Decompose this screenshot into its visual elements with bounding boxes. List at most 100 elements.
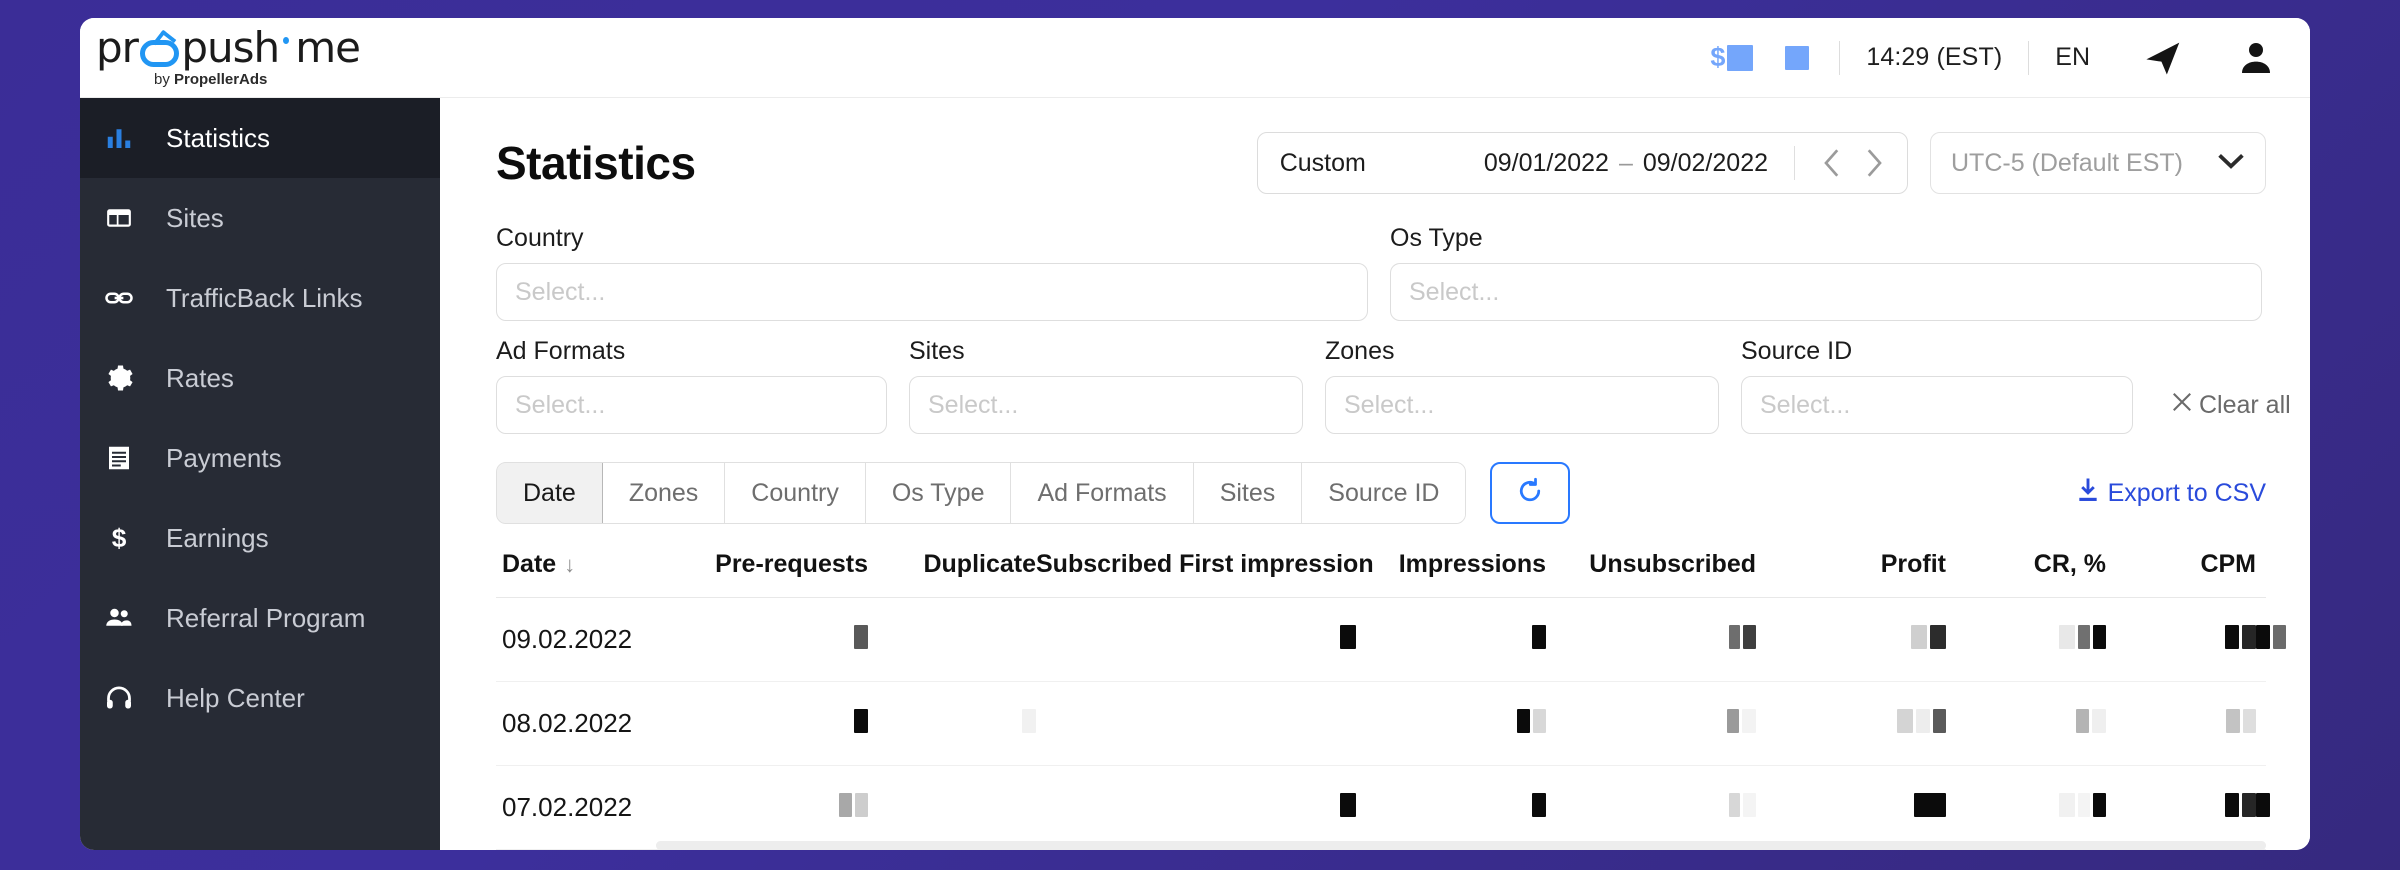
column-header-cpm[interactable]: CPM — [2106, 550, 2256, 598]
redacted-value-blocks — [2256, 793, 2270, 817]
column-header-profit[interactable]: Profit — [1756, 550, 1946, 598]
column-header-pre-requests[interactable]: Pre-requests — [686, 550, 868, 598]
column-header-duplicate[interactable]: Duplicate — [868, 550, 1036, 598]
redacted-block — [1897, 709, 1913, 733]
sidebar-item-payments[interactable]: Payments — [80, 418, 440, 498]
tab-country[interactable]: Country — [725, 463, 866, 523]
logo-text-push: push — [181, 23, 280, 72]
sidebar-item-help-center[interactable]: Help Center — [80, 658, 440, 738]
filter-sites: Sites Select... — [909, 337, 1303, 434]
column-header-subscribed-first-impression[interactable]: Subscribed First impression — [1036, 550, 1374, 598]
cell-redacted-value — [1756, 765, 1946, 850]
page-title: Statistics — [496, 137, 696, 189]
redacted-block — [1340, 625, 1356, 649]
redacted-block — [2225, 793, 2239, 817]
sidebar-item-sites[interactable]: Sites — [80, 178, 440, 258]
chevron-left-icon[interactable] — [1811, 142, 1853, 184]
sidebar-item-earnings[interactable]: $ Earnings — [80, 498, 440, 578]
redacted-block — [2273, 625, 2286, 649]
sidebar-item-rates[interactable]: Rates — [80, 338, 440, 418]
redacted-value-blocks — [1729, 625, 1756, 649]
gear-icon — [104, 363, 156, 393]
country-select-input[interactable]: Select... — [496, 263, 1368, 321]
cell-date: 08.02.2022 — [496, 681, 686, 766]
redacted-block — [2078, 625, 2090, 649]
dollar-icon: $ — [104, 523, 156, 553]
cell-redacted-value — [2256, 597, 2286, 682]
horizontal-scrollbar-thumb[interactable] — [656, 841, 2266, 850]
sidebar-item-label: TrafficBack Links — [166, 282, 363, 313]
table-row[interactable]: 08.02.2022 — [496, 681, 2266, 766]
redacted-block — [2256, 625, 2270, 649]
language-switcher[interactable]: EN — [2029, 18, 2116, 97]
os-type-select-input[interactable]: Select... — [1390, 263, 2262, 321]
date-range-end[interactable]: 09/02/2022 — [1643, 149, 1768, 178]
sites-select-input[interactable]: Select... — [909, 376, 1303, 434]
logo-tagline: by PropellerAds — [154, 71, 360, 88]
export-to-csv-button[interactable]: Export to CSV — [2076, 477, 2266, 510]
redacted-block — [2242, 625, 2256, 649]
server-time: 14:29 (EST) — [1840, 18, 2028, 97]
tab-source-id[interactable]: Source ID — [1302, 463, 1466, 523]
filter-label: Country — [496, 224, 584, 252]
sidebar-item-trafficback-links[interactable]: TrafficBack Links — [80, 258, 440, 338]
headset-icon — [104, 683, 156, 713]
redacted-value-blocks — [1897, 709, 1946, 733]
timezone-select[interactable]: UTC-5 (Default EST) — [1930, 132, 2266, 194]
redacted-value-blocks — [2225, 793, 2256, 817]
column-header-unsubscribed[interactable]: Unsubscribed — [1546, 550, 1756, 598]
redacted-value-blocks — [1517, 709, 1546, 733]
zones-select-input[interactable]: Select... — [1325, 376, 1719, 434]
placeholder: Select... — [515, 277, 606, 306]
tab-zones[interactable]: Zones — [602, 463, 726, 523]
sidebar-item-label: Payments — [166, 442, 282, 473]
sidebar-item-label: Statistics — [166, 122, 271, 153]
clear-all-button[interactable]: Clear all — [2155, 376, 2291, 434]
refresh-button[interactable] — [1490, 462, 1571, 524]
cell-redacted-value — [1036, 765, 1356, 850]
tab-date[interactable]: Date — [497, 463, 603, 523]
chevron-right-icon[interactable] — [1853, 142, 1895, 184]
balance-indicator[interactable]: $ — [1684, 18, 1779, 97]
secondary-balance-indicator[interactable] — [1779, 18, 1839, 97]
redacted-block — [1340, 793, 1356, 817]
cell-redacted-value — [1036, 597, 1356, 682]
cell-redacted-value — [2256, 681, 2266, 766]
table-row[interactable]: 09.02.2022 — [496, 597, 2286, 682]
date-range-picker[interactable]: Custom 09/01/2022 – 09/02/2022 — [1256, 132, 1908, 194]
redacted-value-blocks — [839, 793, 868, 817]
redacted-block — [1933, 709, 1946, 733]
tab-os-type[interactable]: Os Type — [865, 463, 1012, 523]
tab-ad-formats[interactable]: Ad Formats — [1011, 463, 1194, 523]
redacted-block — [2093, 625, 2106, 649]
refresh-icon — [1515, 476, 1545, 511]
groupby-tabs: Date Zones Country Os Type Ad Formats Si… — [496, 462, 1467, 524]
source-id-select-input[interactable]: Select... — [1741, 376, 2133, 434]
brand-logo[interactable]: pr push me by PropellerAds — [80, 23, 361, 89]
redacted-value-blocks — [1911, 625, 1946, 649]
column-header-cr[interactable]: CR, % — [1946, 550, 2106, 598]
timezone-value: UTC-5 (Default EST) — [1951, 148, 2183, 177]
cell-date: 09.02.2022 — [496, 597, 686, 682]
tab-sites[interactable]: Sites — [1193, 463, 1303, 523]
table-row[interactable]: 07.02.2022 — [496, 765, 2270, 850]
download-icon — [2076, 477, 2100, 510]
bar-chart-icon — [104, 123, 156, 153]
sidebar-item-statistics[interactable]: Statistics — [80, 98, 440, 178]
redacted-block — [1517, 709, 1530, 733]
filter-label: Sites — [909, 337, 965, 365]
logo-o-icon — [139, 39, 180, 67]
horizontal-scrollbar[interactable] — [656, 841, 2266, 850]
cell-redacted-value — [1546, 597, 1756, 682]
user-account-icon[interactable] — [2210, 18, 2276, 97]
cell-redacted-value — [868, 765, 1036, 850]
date-range-start[interactable]: 09/01/2022 — [1484, 149, 1609, 178]
clear-all-label: Clear all — [2199, 390, 2291, 419]
sidebar-item-referral-program[interactable]: Referral Program — [80, 578, 440, 658]
ad-formats-select-input[interactable]: Select... — [496, 376, 887, 434]
cell-date: 07.02.2022 — [496, 765, 686, 850]
column-header-date[interactable]: Date ↓ — [496, 550, 686, 598]
telegram-send-icon[interactable] — [2116, 18, 2210, 97]
placeholder: Select... — [1760, 390, 1851, 419]
column-header-impressions[interactable]: Impressions — [1356, 550, 1546, 598]
